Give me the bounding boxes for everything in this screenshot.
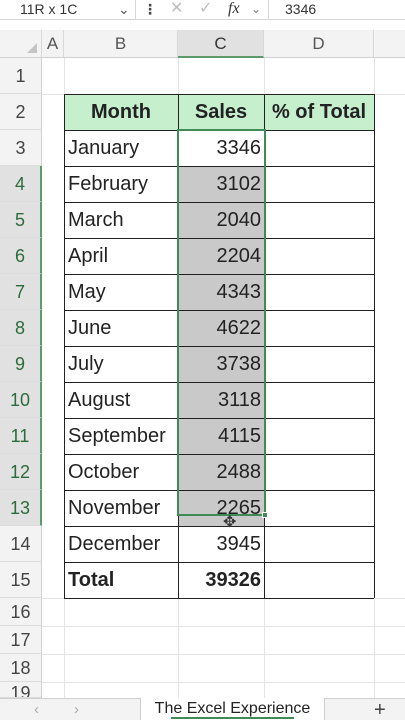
column-header-a[interactable]: A (42, 30, 64, 58)
row-header-4[interactable]: 4 (0, 166, 42, 202)
select-all-triangle-icon (27, 43, 37, 53)
close-icon[interactable]: ✕ (170, 0, 183, 18)
fx-icon[interactable]: fx (228, 0, 240, 18)
row-header-2[interactable]: 2 (0, 94, 42, 130)
select-all-corner[interactable] (0, 30, 42, 58)
column-header-c[interactable]: C (178, 30, 264, 58)
row-header-14[interactable]: 14 (0, 526, 42, 562)
chevron-down-icon[interactable]: ⌄ (118, 0, 130, 18)
next-sheet-icon[interactable]: › (74, 699, 79, 720)
plus-icon[interactable]: + (374, 699, 386, 720)
row-header-10[interactable]: 10 (0, 382, 42, 418)
row-header-9[interactable]: 9 (0, 346, 42, 382)
row-header-5[interactable]: 5 (0, 202, 42, 238)
column-header-b[interactable]: B (64, 30, 178, 58)
row-header-7[interactable]: 7 (0, 274, 42, 310)
fill-handle[interactable] (262, 512, 268, 518)
prev-sheet-icon[interactable]: ‹ (34, 699, 39, 720)
check-icon[interactable]: ✓ (199, 0, 212, 18)
formula-bar-divider (268, 0, 269, 20)
row-header-15[interactable]: 15 (0, 562, 42, 598)
formula-input[interactable]: 3346 (285, 0, 316, 18)
row-header-19[interactable]: 19 (0, 682, 42, 698)
name-box-value[interactable]: 11R x 1C (20, 0, 77, 18)
row-header-11[interactable]: 11 (0, 418, 42, 454)
column-header-e[interactable] (374, 30, 405, 58)
worksheet-grid[interactable]: Month Sales % of Total January 3346 Febr… (42, 58, 405, 698)
sheet-tab-bar: ‹ › The Excel Experience + (0, 698, 405, 720)
row-header-16[interactable]: 16 (0, 598, 42, 626)
table-borders (64, 94, 375, 599)
column-header-d[interactable]: D (264, 30, 374, 58)
more-options-icon[interactable]: ⋮ (143, 0, 157, 18)
row-header-17[interactable]: 17 (0, 626, 42, 654)
row-header-3[interactable]: 3 (0, 130, 42, 166)
sheet-tab-the-excel-experience[interactable]: The Excel Experience (140, 698, 325, 720)
row-header-12[interactable]: 12 (0, 454, 42, 490)
row-header-18[interactable]: 18 (0, 654, 42, 682)
row-header-13[interactable]: 13 (0, 490, 42, 526)
fx-chevron-down-icon[interactable]: ⌄ (251, 0, 261, 18)
name-box[interactable]: 11R x 1C ⌄ (0, 0, 136, 20)
row-header-8[interactable]: 8 (0, 310, 42, 346)
move-cursor-icon: ✥ (223, 514, 237, 531)
row-header-6[interactable]: 6 (0, 238, 42, 274)
row-header-1[interactable]: 1 (0, 58, 42, 94)
formula-bar: 11R x 1C ⌄ ⋮ ✕ ✓ fx ⌄ 3346 (0, 0, 405, 20)
